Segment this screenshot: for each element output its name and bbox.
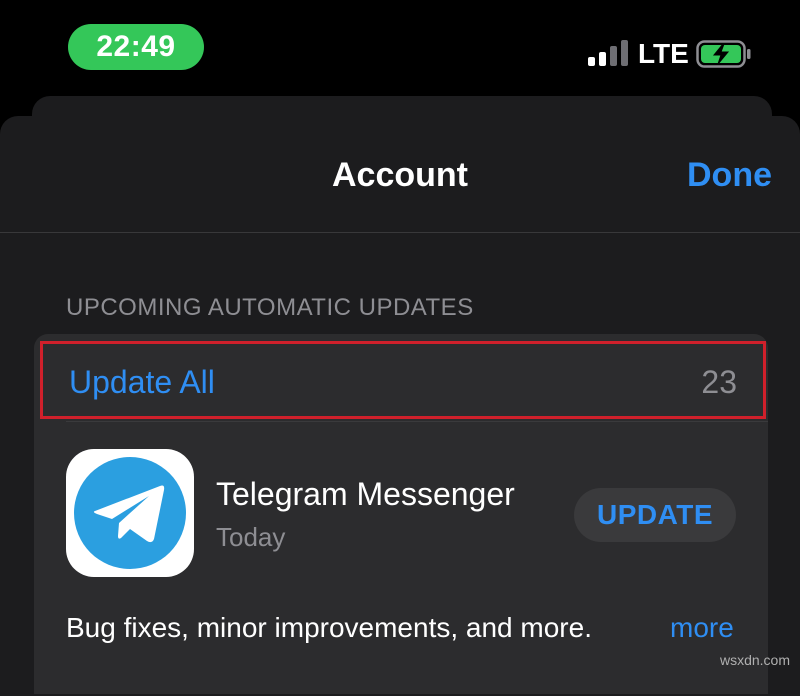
done-button[interactable]: Done: [687, 156, 772, 195]
telegram-logo-icon[interactable]: [66, 449, 194, 577]
release-notes: Bug fixes, minor improvements, and more.: [66, 612, 592, 643]
account-sheet: Account Done UPCOMING AUTOMATIC UPDATES …: [0, 116, 800, 696]
watermark: wsxdn.com: [719, 652, 790, 668]
status-time: 22:49: [96, 30, 176, 63]
row-divider: [66, 421, 768, 422]
status-bar: 22:49 LTE: [0, 0, 800, 95]
update-button-label: UPDATE: [596, 499, 714, 530]
section-header: UPCOMING AUTOMATIC UPDATES: [66, 294, 474, 321]
status-time-pill[interactable]: 22:49: [68, 24, 204, 70]
battery-charging-icon: [696, 40, 751, 68]
page-title: Account: [332, 156, 468, 194]
telegram-icon-graphic: [74, 457, 186, 569]
more-link[interactable]: more: [670, 612, 734, 644]
network-type: LTE: [638, 38, 689, 69]
update-all-button[interactable]: Update All: [69, 364, 215, 401]
app-name: Telegram Messenger: [216, 476, 515, 512]
navigation-bar: Account Done: [0, 116, 800, 233]
app-update-date: Today: [216, 522, 286, 552]
update-all-row[interactable]: Update All 23: [40, 341, 766, 419]
cellular-signal-icon: [588, 40, 630, 66]
update-app-button[interactable]: UPDATE: [574, 488, 736, 542]
update-count: 23: [701, 364, 737, 400]
